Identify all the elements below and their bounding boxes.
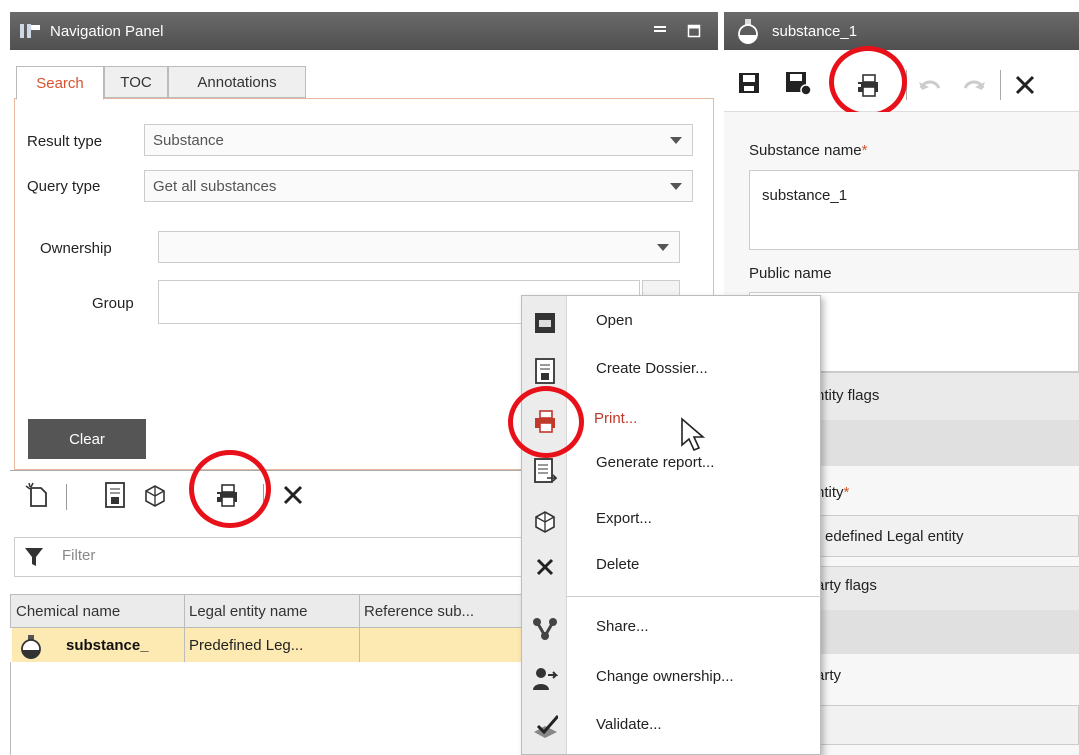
clear-button[interactable]: Clear <box>28 419 146 459</box>
annotation-circle-menu <box>508 386 584 458</box>
query-type-value: Get all substances <box>153 177 277 195</box>
legal-entity-cell: Predefined Leg... <box>185 628 360 662</box>
dossier-icon[interactable] <box>100 480 130 510</box>
substance-flask-icon <box>724 12 772 50</box>
maximize-icon[interactable] <box>684 21 704 41</box>
save-as-icon[interactable] <box>784 70 814 98</box>
delete-icon <box>532 554 558 580</box>
result-type-label: Result type <box>27 133 103 150</box>
save-icon[interactable] <box>736 70 762 96</box>
menu-item-change-ownership[interactable]: Change ownership... <box>522 658 822 702</box>
column-chemical-name[interactable]: Chemical name <box>12 594 185 628</box>
third-party-value[interactable] <box>816 705 1079 745</box>
substance-name-input[interactable]: substance_1 <box>749 170 1079 250</box>
minimize-icon[interactable] <box>650 21 670 41</box>
group-label: Group <box>92 295 134 312</box>
chemical-name-cell: substance_ <box>62 628 185 662</box>
menu-item-create-dossier[interactable]: Create Dossier... <box>522 350 822 394</box>
close-icon[interactable] <box>1010 70 1040 100</box>
substance-name-label: Substance name* <box>749 142 868 159</box>
substance-panel-titlebar: substance_1 <box>724 12 1079 50</box>
filter-placeholder: Filter <box>62 547 96 564</box>
share-icon <box>532 616 558 642</box>
tab-annotations[interactable]: Annotations <box>168 66 306 98</box>
tab-toc[interactable]: TOC <box>104 66 168 98</box>
third-party-flags-label: arty flags <box>816 577 877 594</box>
public-name-label: Public name <box>749 265 832 282</box>
substance-panel-title: substance_1 <box>772 22 858 40</box>
ownership-label: Ownership <box>40 240 112 257</box>
context-menu: Open Create Dossier... Print... Generate… <box>521 295 822 755</box>
annotation-circle-toolbar <box>189 450 271 528</box>
mouse-cursor-icon <box>678 415 708 455</box>
legal-entity-flags-label: ntity flags <box>816 387 880 404</box>
result-type-select[interactable]: Substance <box>144 124 693 156</box>
tab-search[interactable]: Search <box>16 66 104 100</box>
chevron-down-icon <box>657 244 669 251</box>
navigation-panel-titlebar: Navigation Panel <box>10 12 718 50</box>
export-icon <box>532 508 558 534</box>
new-icon[interactable] <box>22 480 52 510</box>
delete-icon[interactable] <box>278 480 308 510</box>
annotation-circle-toolbar-right <box>829 46 907 118</box>
navigation-panel-title: Navigation Panel <box>50 22 164 40</box>
export-icon[interactable] <box>140 480 170 510</box>
menu-item-open[interactable]: Open <box>522 302 822 346</box>
substance-flask-icon <box>18 632 44 660</box>
required-mark: * <box>861 142 868 159</box>
menu-item-validate[interactable]: Validate... <box>522 706 822 750</box>
navigation-panel-icon <box>10 12 50 50</box>
chevron-down-icon <box>670 137 682 144</box>
column-legal-entity-name[interactable]: Legal entity name <box>185 594 360 628</box>
result-type-value: Substance <box>153 131 224 149</box>
change-ownership-icon <box>532 666 558 692</box>
report-icon <box>532 458 558 484</box>
reference-cell <box>360 628 525 662</box>
dossier-icon <box>532 358 558 384</box>
menu-item-delete[interactable]: Delete <box>522 546 822 590</box>
legal-entity-value[interactable]: edefined Legal entity <box>816 515 1079 557</box>
ownership-select[interactable] <box>158 231 680 263</box>
query-type-label: Query type <box>27 178 101 195</box>
query-type-select[interactable]: Get all substances <box>144 170 693 202</box>
undo-icon[interactable] <box>916 72 944 98</box>
menu-item-export[interactable]: Export... <box>522 500 822 544</box>
open-icon <box>532 310 558 336</box>
menu-item-generate-report[interactable]: Generate report... <box>522 450 822 494</box>
redo-icon[interactable] <box>960 72 988 98</box>
validate-icon <box>532 714 558 740</box>
menu-item-share[interactable]: Share... <box>522 608 822 652</box>
chevron-down-icon <box>670 183 682 190</box>
filter-icon <box>22 544 46 570</box>
column-reference-substance[interactable]: Reference sub... <box>360 594 525 628</box>
